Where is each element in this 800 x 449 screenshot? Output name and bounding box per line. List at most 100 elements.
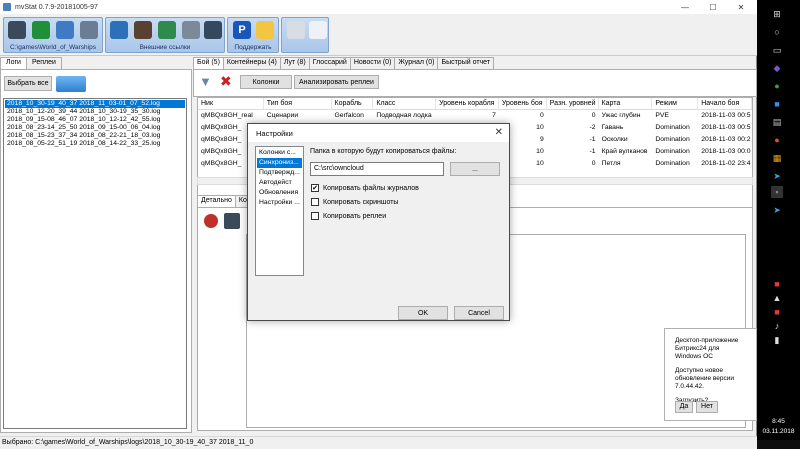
tab-loot[interactable]: Лут (8)	[279, 57, 310, 69]
search-icon[interactable]: ○	[771, 26, 783, 38]
column-header[interactable]: Класс	[373, 98, 437, 109]
paypal-icon[interactable]: P	[233, 21, 251, 39]
folder-field[interactable]: C:\src\owncloud	[310, 162, 444, 176]
notes-icon[interactable]	[309, 21, 327, 39]
external-links-group: Внешние ссылки	[105, 17, 225, 53]
nav-item-autoactions[interactable]: Автодейст	[257, 178, 302, 188]
settings-nav[interactable]: Колонки с... Синхрониз... Подтвержд... А…	[255, 146, 304, 276]
wows-portal-icon[interactable]	[204, 21, 222, 39]
table-cell: 7	[492, 112, 496, 119]
tab-glossary[interactable]: Глоссарий	[308, 57, 351, 69]
tab-battle[interactable]: Бой (5)	[193, 57, 224, 69]
columns-button[interactable]: Колонки	[240, 75, 292, 89]
mvstat-taskbar-icon[interactable]: ▪	[771, 186, 783, 198]
table-cell: 2018-11-03 00:5	[701, 112, 751, 119]
column-header[interactable]: Уровень корабля	[436, 98, 499, 109]
close-icon[interactable]: ✕	[495, 127, 503, 138]
network-icon[interactable]: ▮	[771, 334, 783, 346]
analyze-replays-button[interactable]: Анализировать реплеи	[294, 75, 379, 89]
table-cell: Domination	[655, 124, 690, 131]
tab-news[interactable]: Новости (0)	[349, 57, 396, 69]
tools-icon[interactable]	[287, 21, 305, 39]
telegram-icon[interactable]: ➤	[771, 170, 783, 182]
column-header[interactable]: Корабль	[332, 98, 374, 109]
speaker-icon[interactable]: ♪	[771, 320, 783, 332]
tray-icon[interactable]: ■	[771, 306, 783, 318]
log-list[interactable]: 2018_10_30-19_40_37 2018_11_03-01_07_52.…	[3, 98, 187, 429]
list-item[interactable]: 2018_08_15-23_37_34 2018_08_22-21_18_03.…	[5, 132, 185, 140]
show-desktop[interactable]	[757, 440, 800, 449]
copy-replays-checkbox[interactable]: Копировать реплеи	[311, 212, 386, 220]
app-icon[interactable]: ▤	[771, 116, 783, 128]
delete-icon[interactable]: ✖	[220, 73, 234, 89]
visual-studio-icon[interactable]: ◆	[771, 62, 783, 74]
open-folder-icon[interactable]	[56, 76, 86, 92]
start-icon[interactable]: ⊞	[771, 8, 783, 20]
copy-logs-checkbox[interactable]: ✔ Копировать файлы журналов	[311, 184, 419, 192]
column-header[interactable]: Режим	[652, 98, 699, 109]
list-item[interactable]: 2018_08_23-14_25_50 2018_09_15-00_06_04.…	[5, 124, 185, 132]
checkbox-checked-icon[interactable]: ✔	[311, 184, 319, 192]
nav-item-settings[interactable]: Настройки ...	[257, 198, 302, 208]
cancel-button[interactable]: Cancel	[454, 306, 504, 320]
open-icon[interactable]	[80, 21, 98, 39]
browse-button[interactable]: ...	[450, 162, 500, 176]
tab-journal[interactable]: Журнал (0)	[394, 57, 439, 69]
app-icon[interactable]: ●	[771, 134, 783, 146]
telegram-icon[interactable]: ➤	[771, 204, 783, 216]
table-row[interactable]: qMBQx8GH_real Сценарии Gerfalcon Подводн…	[198, 110, 752, 122]
nav-item-updates[interactable]: Обновления	[257, 188, 302, 198]
tab-detail[interactable]: Детально	[197, 195, 236, 207]
close-icon[interactable]: ✕	[727, 0, 755, 14]
detail-icon-1[interactable]	[204, 214, 218, 228]
settings-dialog: Настройки ✕ Колонки с... Синхрониз... По…	[247, 123, 510, 321]
forum-icon[interactable]	[134, 21, 152, 39]
task-view-icon[interactable]: ▭	[771, 44, 783, 56]
lock-icon[interactable]	[256, 21, 274, 39]
ok-button[interactable]: OK	[398, 306, 448, 320]
site-icon[interactable]	[110, 21, 128, 39]
left-panel: Логи Реплеи Выбрать все 2018_10_30-19_40…	[0, 57, 192, 433]
checkbox-icon[interactable]	[311, 198, 319, 206]
table-cell: Край вулканов	[601, 148, 648, 155]
nav-item-sync[interactable]: Синхрониз...	[257, 158, 302, 168]
arrow-icon[interactable]	[182, 21, 200, 39]
column-header[interactable]: Уровень боя	[499, 98, 547, 109]
nav-item-columns[interactable]: Колонки с...	[257, 148, 302, 158]
column-header[interactable]: Тип боя	[264, 98, 332, 109]
list-item[interactable]: 2018_08_05-22_51_19 2018_08_14-22_33_25.…	[5, 140, 185, 148]
filter-icon[interactable]: ▼	[199, 75, 213, 89]
checkbox-icon[interactable]	[311, 212, 319, 220]
wows-icon[interactable]	[224, 213, 240, 229]
copy-screenshots-checkbox[interactable]: Копировать скриншоты	[311, 198, 398, 206]
nav-item-confirm[interactable]: Подтвержд...	[257, 168, 302, 178]
tab-logs[interactable]: Логи	[0, 57, 27, 69]
tray-icon[interactable]: ■	[771, 278, 783, 290]
column-header[interactable]: Ник	[198, 98, 264, 109]
no-button[interactable]: Нет	[696, 401, 718, 413]
folder-icon[interactable]	[56, 21, 74, 39]
column-header[interactable]: Начало боя	[698, 98, 752, 109]
tray-icon[interactable]: ▲	[771, 292, 783, 304]
column-header[interactable]: Разн. уровней	[547, 98, 599, 109]
clock-date[interactable]: 03.11.2018	[757, 428, 800, 435]
minimize-icon[interactable]: —	[671, 0, 699, 14]
select-all-button[interactable]: Выбрать все	[4, 76, 52, 91]
tab-replays[interactable]: Реплеи	[25, 57, 62, 69]
table-cell: Domination	[655, 148, 690, 155]
tab-containers[interactable]: Контейнеры (4)	[222, 57, 281, 69]
list-item[interactable]: 2018_10_30-19_40_37 2018_11_03-01_07_52.…	[5, 100, 185, 108]
list-item[interactable]: 2018_09_15-08_46_07 2018_10_12-12_42_55.…	[5, 116, 185, 124]
refresh-icon[interactable]	[32, 21, 50, 39]
app-icon[interactable]: ●	[771, 80, 783, 92]
yes-button[interactable]: Да	[675, 401, 693, 413]
maximize-icon[interactable]: ☐	[699, 0, 727, 14]
clock-time[interactable]: 8:45	[757, 418, 800, 425]
list-item[interactable]: 2018_10_12-20_39_44 2018_10_30-19_35_30.…	[5, 108, 185, 116]
column-header[interactable]: Карта	[599, 98, 653, 109]
app-icon[interactable]: ▦	[771, 152, 783, 164]
tab-quick-report[interactable]: Быстрый отчет	[437, 57, 495, 69]
wows-icon[interactable]	[8, 21, 26, 39]
stats-icon[interactable]	[158, 21, 176, 39]
app-icon[interactable]: ■	[771, 98, 783, 110]
